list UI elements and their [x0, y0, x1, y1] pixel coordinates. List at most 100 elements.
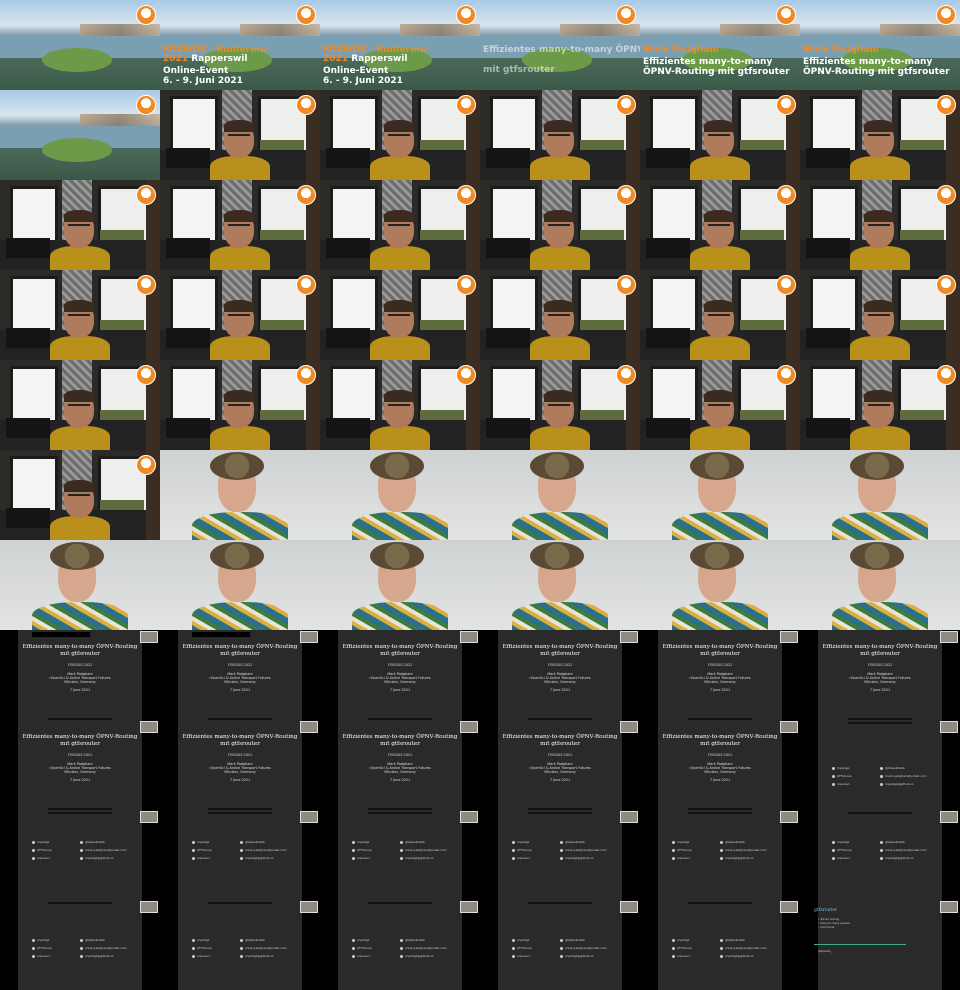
speaker-thumbnail: [140, 901, 158, 913]
slide-date: 7 June 2021: [69, 778, 91, 782]
cam-hair: [64, 390, 94, 402]
cam-monitor: [6, 328, 50, 348]
cam-glasses: [68, 224, 90, 230]
fossgis-logo-badge: [776, 365, 796, 385]
cam-shirt: [370, 156, 430, 180]
link-icon: [192, 848, 195, 852]
slide-page: [338, 900, 462, 990]
link-left: ATFutures: [32, 946, 52, 950]
park-peninsula: [42, 48, 112, 72]
link-icon: [32, 938, 35, 942]
frame-cam: [640, 90, 800, 180]
link-icon: [560, 946, 563, 950]
link-icon: [720, 946, 723, 950]
link-left: ropensci: [192, 856, 210, 860]
fossgis-logo-badge: [936, 95, 956, 115]
frame-spk: [640, 540, 800, 630]
cam-shirt: [850, 246, 910, 270]
link-icon: [512, 848, 515, 852]
link-icon: [80, 840, 83, 844]
slide-title: Effizientes many-to-many ÖPNV-Routing mi…: [22, 734, 138, 747]
fossgis-logo-badge: [456, 185, 476, 205]
frame-title: FOSSGIS - Konferenz 2021 Rapperswil Online…: [160, 0, 320, 90]
link-left: ropensci: [512, 954, 530, 958]
fossgis-logo-badge: [296, 95, 316, 115]
slide-event: FOSSGIS 2021: [387, 663, 413, 667]
link-right: mpadge@github.io: [400, 856, 434, 860]
link-left: ropensci: [32, 954, 50, 958]
link-icon: [720, 848, 723, 852]
slide-title: Effizientes many-to-many ÖPNV-Routing mi…: [342, 644, 458, 657]
fossgis-logo-badge: [136, 185, 156, 205]
frame-title: [0, 0, 160, 90]
link-icon: [80, 954, 83, 958]
link-left: mpadge: [512, 840, 529, 844]
frame-slide: Effizientes many-to-many ÖPNV-Routing mi…: [480, 630, 640, 720]
slide-city: Münster, Germany: [544, 770, 576, 774]
cam-glasses: [708, 134, 730, 140]
slide-date: 7 June 2021: [709, 778, 731, 782]
speaker-hair2: [850, 542, 904, 570]
speaker-shirt2: [192, 602, 288, 630]
link-icon: [720, 938, 723, 942]
frame-slide: mpadge ATFutures ropensci @bikesRdata mark.p…: [800, 810, 960, 900]
frame-slide: mpadge ATFutures ropensci @bikesRdata mark.p…: [640, 810, 800, 900]
cam-monitor: [6, 508, 50, 528]
slide-separator: [528, 812, 592, 814]
link-icon: [400, 946, 403, 950]
cam-glasses: [228, 314, 250, 320]
speaker-thumbnail: [140, 811, 158, 823]
link-left: ATFutures: [512, 946, 532, 950]
frame-slide: Effizientes many-to-many ÖPNV-Routing mi…: [480, 720, 640, 810]
cam-glasses: [68, 314, 90, 320]
cam-glasses: [68, 494, 90, 500]
frame-spk: [640, 450, 800, 540]
speaker-shirt2: [672, 602, 768, 630]
slide-event: FOSSGIS 2021: [707, 663, 733, 667]
fossgis-logo-badge: [616, 185, 636, 205]
frame-spk: [800, 540, 960, 630]
speaker-shirt2: [512, 512, 608, 540]
link-icon: [512, 856, 515, 860]
slide-page: [178, 810, 302, 900]
slide-title: Effizientes many-to-many ÖPNV-Routing mi…: [502, 734, 618, 747]
link-right: mark.padgham@email.com: [560, 848, 607, 852]
cam-shirt: [50, 336, 110, 360]
link-right: mpadge@github.io: [720, 954, 754, 958]
cam-glasses: [868, 224, 890, 230]
slide-event: FOSSGIS 2021: [227, 663, 253, 667]
cam-hair: [544, 120, 574, 132]
link-icon: [192, 954, 195, 958]
link-icon: [400, 938, 403, 942]
talk-title-fading-2: mit gtfsrouter: [483, 65, 555, 75]
slide-date: 7 June 2021: [709, 688, 731, 692]
link-icon: [240, 946, 243, 950]
cam-glasses: [388, 224, 410, 230]
frame-slide: mpadge ATFutures ropensci @bikesRdata mark.p…: [640, 900, 800, 990]
cam-hair: [544, 210, 574, 222]
link-icon: [400, 848, 403, 852]
link-right: mark.padgham@email.com: [240, 848, 287, 852]
slide-city: Münster, Germany: [384, 770, 416, 774]
speaker-thumbnail: [300, 901, 318, 913]
slide-event: FOSSGIS 2021: [547, 663, 573, 667]
slide-date: 7 June 2021: [69, 688, 91, 692]
link-left: mpadge: [32, 840, 49, 844]
frame-slide: mpadge ATFutures ropensci @bikesRdata mark.p…: [160, 900, 320, 990]
frame-cam: [640, 270, 800, 360]
link-icon: [832, 840, 835, 844]
cam-glasses: [548, 404, 570, 410]
event-dates: 6. - 9. Juni 2021: [163, 76, 243, 86]
link-left: ATFutures: [832, 774, 852, 778]
fossgis-logo-badge: [616, 5, 636, 25]
fossgis-logo-badge: [136, 95, 156, 115]
frame-title: [0, 90, 160, 180]
link-icon: [720, 840, 723, 844]
frame-slide: gtfsrouter • Transit routing • many-to-man…: [800, 900, 960, 990]
link-left: ATFutures: [32, 848, 52, 852]
frame-slide: mpadge ATFutures ropensci @bikesRdata mark.p…: [480, 900, 640, 990]
speaker-shirt2: [672, 512, 768, 540]
cam-hair: [864, 390, 894, 402]
cam-shirt: [210, 336, 270, 360]
fossgis-logo-badge: [296, 185, 316, 205]
